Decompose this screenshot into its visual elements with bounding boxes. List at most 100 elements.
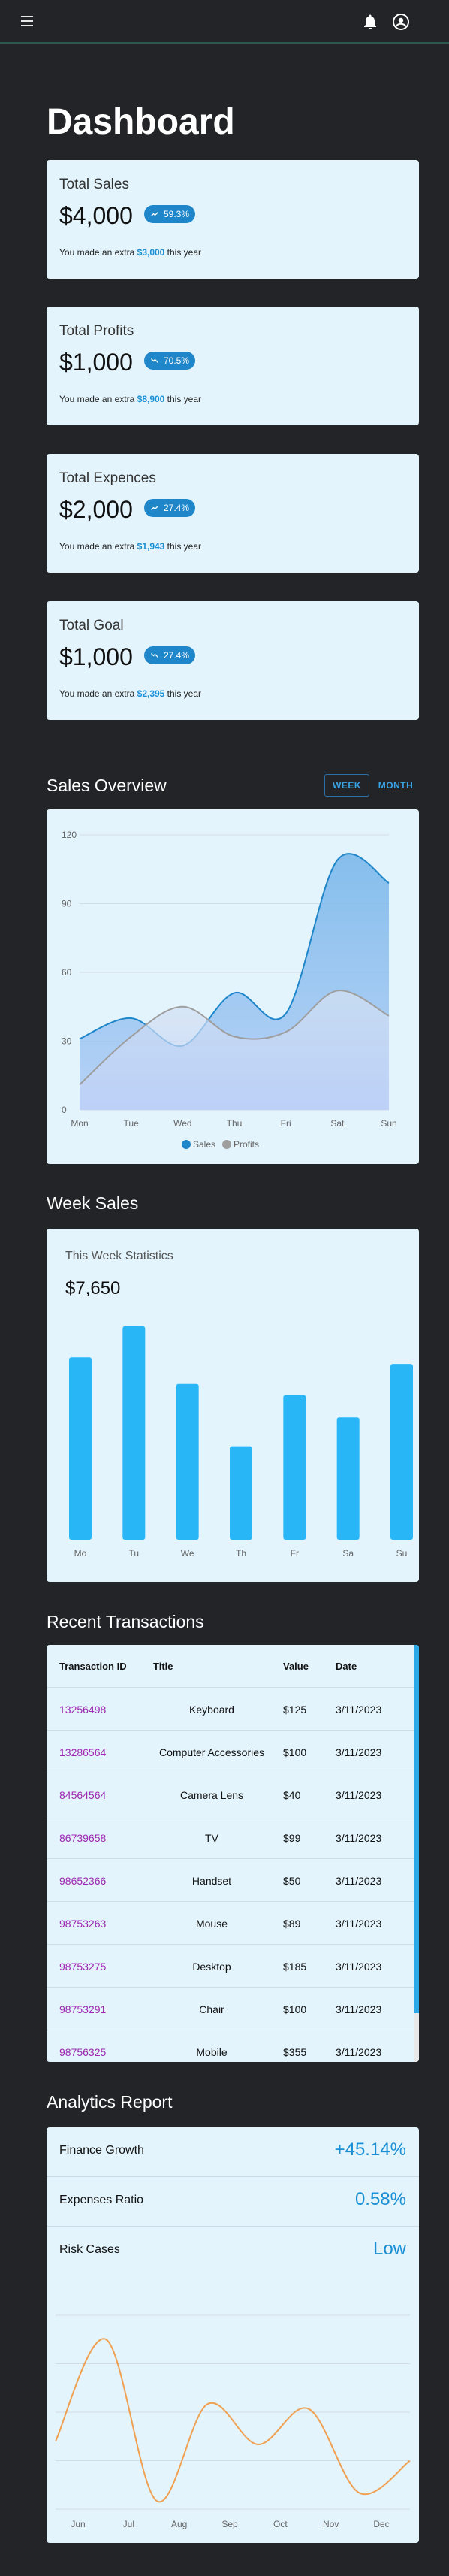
sales-overview-card: 0 30 60 90 120 Mon Tue Wed Thu Fri Sat Sun Sales Prof… — [47, 809, 419, 1164]
stat-note-amount: $8,900 — [137, 394, 165, 404]
x-tick-label: Th — [236, 1548, 246, 1559]
transaction-title: Mouse — [195, 1917, 228, 1930]
legend-marker-profits — [222, 1140, 231, 1149]
transaction-title: Keyboard — [189, 1703, 234, 1716]
x-tick-label: Sun — [381, 1118, 396, 1129]
sales-overview-chart: 0 30 60 90 120 Mon Tue Wed Thu Fri Sat Sun Sales Prof… — [62, 830, 397, 1150]
stat-card-total-profits: Total Profits $1,000 70.5% You made an e… — [47, 307, 419, 425]
legend-label-sales: Sales — [193, 1139, 215, 1150]
y-tick-label: 30 — [62, 1036, 72, 1047]
stat-note: You made an extra $1,943 this year — [59, 541, 202, 552]
x-tick-label: Su — [396, 1548, 408, 1559]
transaction-id: 98652366 — [59, 1874, 107, 1887]
table-row[interactable]: 98756325 Mobile $355 3/11/2023 — [47, 2030, 414, 2062]
transaction-value: $99 — [283, 1831, 301, 1844]
column-header-transaction-id[interactable]: Transaction ID — [59, 1645, 127, 1688]
stat-title: Total Profits — [59, 323, 134, 339]
stat-card-total-expences: Total Expences $2,000 27.4% You made an … — [47, 454, 419, 573]
transaction-date: 3/11/2023 — [336, 1831, 382, 1844]
trending-up-icon — [151, 506, 158, 510]
column-header-value[interactable]: Value — [283, 1645, 309, 1688]
table-row[interactable]: 13286564 Computer Accessories $100 3/11/… — [47, 1731, 414, 1773]
transaction-title: Handset — [191, 1874, 232, 1887]
x-tick-label: Wed — [173, 1118, 191, 1129]
transaction-id: 98753263 — [59, 1917, 107, 1930]
stat-note: You made an extra $2,395 this year — [59, 688, 202, 699]
transaction-date: 3/11/2023 — [336, 1746, 382, 1758]
table-row[interactable]: 98753275 Desktop $185 3/11/2023 — [47, 1945, 414, 1988]
transaction-value: $125 — [283, 1703, 307, 1716]
transaction-title: TV — [205, 1831, 218, 1844]
top-app-bar — [0, 0, 449, 44]
bar-su — [390, 1364, 413, 1540]
week-sales-chart: Mo Tu We Th Fr Sa Su — [69, 1326, 413, 1559]
trending-down-icon — [151, 358, 158, 363]
bar-th — [230, 1446, 252, 1540]
x-tick-label: Fri — [281, 1118, 291, 1129]
stat-value: $4,000 — [59, 202, 133, 229]
transaction-id: 86739658 — [59, 1831, 107, 1844]
scrollbar-thumb[interactable] — [414, 1645, 419, 2013]
percent-value: 59.3% — [164, 209, 190, 219]
percent-badge: 59.3% — [144, 205, 196, 223]
transaction-value: $185 — [283, 1960, 307, 1973]
table-row[interactable]: 98652366 Handset $50 3/11/2023 — [47, 1859, 414, 1902]
transaction-value: $50 — [283, 1874, 301, 1887]
transaction-id: 98753291 — [59, 2003, 107, 2015]
percent-badge: 27.4% — [144, 646, 196, 664]
transactions-table: Transaction ID Title Value Date 13256498… — [47, 1645, 419, 2062]
x-tick-label: We — [181, 1548, 194, 1559]
analytics-report-card: Finance Growth +45.14% Expenses Ratio 0.… — [47, 2127, 419, 2543]
x-tick-label: Jun — [71, 2519, 85, 2529]
account-circle-icon[interactable] — [392, 13, 410, 31]
transaction-date: 3/11/2023 — [336, 2003, 382, 2015]
transaction-title: Camera Lens — [179, 1788, 244, 1801]
x-tick-label: Tu — [129, 1548, 140, 1559]
column-header-title[interactable]: Title — [153, 1645, 273, 1688]
bell-icon[interactable] — [361, 13, 379, 31]
percent-value: 27.4% — [164, 650, 190, 661]
bar-we — [176, 1383, 199, 1540]
stat-title: Total Expences — [59, 470, 156, 486]
percent-badge: 27.4% — [144, 499, 196, 517]
x-tick-label: Dec — [373, 2519, 389, 2529]
stat-note: You made an extra $8,900 this year — [59, 394, 202, 404]
table-row[interactable]: 84564564 Camera Lens $40 3/11/2023 — [47, 1773, 414, 1816]
transaction-id: 13256498 — [59, 1703, 107, 1716]
x-tick-label: Tue — [124, 1118, 140, 1129]
stat-value: $1,000 — [59, 349, 133, 376]
transaction-value: $355 — [283, 2045, 307, 2058]
week-toggle-button[interactable]: WEEK — [324, 774, 369, 797]
stat-value: $2,000 — [59, 496, 133, 523]
table-row[interactable]: 13256498 Keyboard $125 3/11/2023 — [47, 1688, 414, 1731]
transaction-date: 3/11/2023 — [336, 1917, 382, 1930]
stat-note-amount: $1,943 — [137, 541, 165, 552]
transaction-date: 3/11/2023 — [336, 1788, 382, 1801]
percent-badge: 70.5% — [144, 352, 196, 370]
analytics-report-title: Analytics Report — [47, 2092, 173, 2112]
week-sales-card: This Week Statistics $7,650 Mo Tu We Th Fr Sa… — [47, 1229, 419, 1582]
stat-note-amount: $3,000 — [137, 247, 165, 258]
hamburger-menu-icon[interactable] — [21, 16, 33, 26]
table-row[interactable]: 98753291 Chair $100 3/11/2023 — [47, 1988, 414, 2030]
page-title: Dashboard — [47, 102, 235, 142]
x-tick-label: Mon — [71, 1118, 88, 1129]
table-row[interactable]: 86739658 TV $99 3/11/2023 — [47, 1816, 414, 1859]
x-tick-label: Sa — [342, 1548, 354, 1559]
transaction-id: 98753275 — [59, 1960, 107, 1973]
table-row[interactable]: 98753263 Mouse $89 3/11/2023 — [47, 1902, 414, 1945]
recent-transactions-title: Recent Transactions — [47, 1612, 204, 1631]
transaction-id: 98756325 — [59, 2045, 107, 2058]
trending-down-icon — [151, 653, 158, 658]
month-toggle-button[interactable]: MONTH — [372, 774, 419, 797]
x-tick-label: Mo — [74, 1548, 87, 1559]
transaction-id: 13286564 — [59, 1746, 107, 1758]
column-header-date[interactable]: Date — [336, 1645, 357, 1688]
table-scrollbar[interactable] — [414, 1645, 419, 2062]
stat-note-amount: $2,395 — [137, 688, 165, 699]
transaction-date: 3/11/2023 — [336, 2045, 382, 2058]
bar-fr — [283, 1395, 306, 1540]
bar-sa — [336, 1417, 360, 1540]
week-sales-title: Week Sales — [47, 1193, 139, 1213]
stat-card-total-goal: Total Goal $1,000 27.4% You made an extr… — [47, 601, 419, 720]
